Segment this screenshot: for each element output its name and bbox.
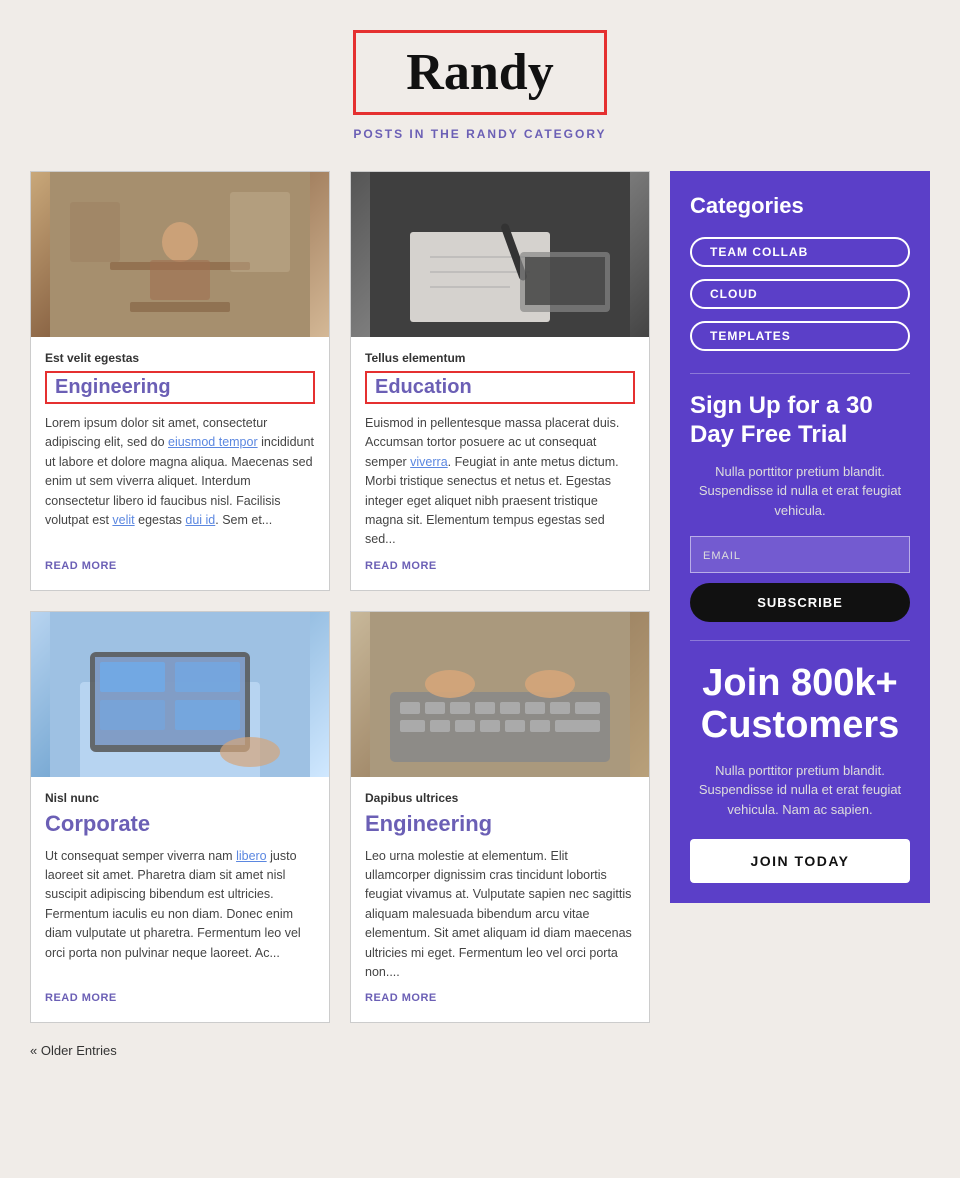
post-meta: Dapibus ultrices [365, 791, 635, 805]
read-more-link[interactable]: READ MORE [45, 992, 315, 1004]
post-excerpt: Leo urna molestie at elementum. Elit ull… [365, 847, 635, 983]
post-image [31, 172, 329, 337]
posts-grid: Est velit egestas Engineering Lorem ipsu… [30, 171, 650, 1023]
post-title-no-box: Engineering [365, 811, 635, 837]
post-excerpt: Lorem ipsum dolor sit amet, consectetur … [45, 414, 315, 550]
post-body: Est velit egestas Engineering Lorem ipsu… [31, 337, 329, 590]
join-desc: Nulla porttitor pretium blandit. Suspend… [690, 761, 910, 820]
main-layout: Est velit egestas Engineering Lorem ipsu… [30, 171, 930, 1023]
title-box: Randy [353, 30, 606, 115]
category-tag-cloud[interactable]: CLOUD [690, 279, 910, 309]
post-body: Nisl nunc Corporate Ut consequat semper … [31, 777, 329, 1023]
sidebar-signup: Sign Up for a 30 Day Free Trial Nulla po… [690, 392, 910, 622]
post-title: Engineering [55, 376, 171, 398]
post-image [351, 172, 649, 337]
post-card: Est velit egestas Engineering Lorem ipsu… [30, 171, 330, 591]
sidebar: Categories TEAM COLLAB CLOUD TEMPLATES S… [670, 171, 930, 1023]
page-wrapper: Randy POSTS IN THE RANDY CATEGORY [0, 0, 960, 1098]
post-title: Education [375, 376, 472, 398]
post-title: Engineering [365, 811, 492, 836]
post-card: Dapibus ultrices Engineering Leo urna mo… [350, 611, 650, 1024]
join-button[interactable]: JOIN TODAY [690, 839, 910, 883]
older-entries-link[interactable]: « Older Entries [30, 1043, 117, 1058]
categories-title: Categories [690, 193, 910, 219]
post-body: Tellus elementum Education Euismod in pe… [351, 337, 649, 590]
sidebar-divider2 [690, 640, 910, 641]
category-tag-templates[interactable]: TEMPLATES [690, 321, 910, 351]
signup-title: Sign Up for a 30 Day Free Trial [690, 392, 910, 450]
read-more-link[interactable]: READ MORE [45, 560, 315, 572]
post-meta: Tellus elementum [365, 351, 635, 365]
post-excerpt: Ut consequat semper viverra nam libero j… [45, 847, 315, 983]
read-more-link[interactable]: READ MORE [365, 560, 635, 572]
sidebar-divider [690, 373, 910, 374]
post-image [351, 612, 649, 777]
sidebar-categories: Categories TEAM COLLAB CLOUD TEMPLATES S… [670, 171, 930, 903]
post-title-box: Engineering [45, 371, 315, 404]
post-meta: Est velit egestas [45, 351, 315, 365]
pagination: « Older Entries [30, 1043, 930, 1058]
post-meta: Nisl nunc [45, 791, 315, 805]
sidebar-join: Join 800k+ Customers Nulla porttitor pre… [690, 659, 910, 883]
category-tag-teamcollab[interactable]: TEAM COLLAB [690, 237, 910, 267]
post-title-no-box: Corporate [45, 811, 315, 837]
subscribe-button[interactable]: SUBSCRIBE [690, 583, 910, 622]
read-more-link[interactable]: READ MORE [365, 992, 635, 1004]
page-subtitle: POSTS IN THE RANDY CATEGORY [30, 127, 930, 141]
page-title: Randy [406, 43, 553, 102]
post-title: Corporate [45, 811, 150, 836]
signup-desc: Nulla porttitor pretium blandit. Suspend… [690, 462, 910, 521]
categories-list: TEAM COLLAB CLOUD TEMPLATES [690, 237, 910, 363]
post-card: Tellus elementum Education Euismod in pe… [350, 171, 650, 591]
post-image [31, 612, 329, 777]
post-excerpt: Euismod in pellentesque massa placerat d… [365, 414, 635, 550]
email-input[interactable] [690, 536, 910, 573]
join-title: Join 800k+ Customers [690, 663, 910, 747]
page-header: Randy POSTS IN THE RANDY CATEGORY [30, 30, 930, 141]
post-body: Dapibus ultrices Engineering Leo urna mo… [351, 777, 649, 1023]
post-card: Nisl nunc Corporate Ut consequat semper … [30, 611, 330, 1024]
post-title-box: Education [365, 371, 635, 404]
